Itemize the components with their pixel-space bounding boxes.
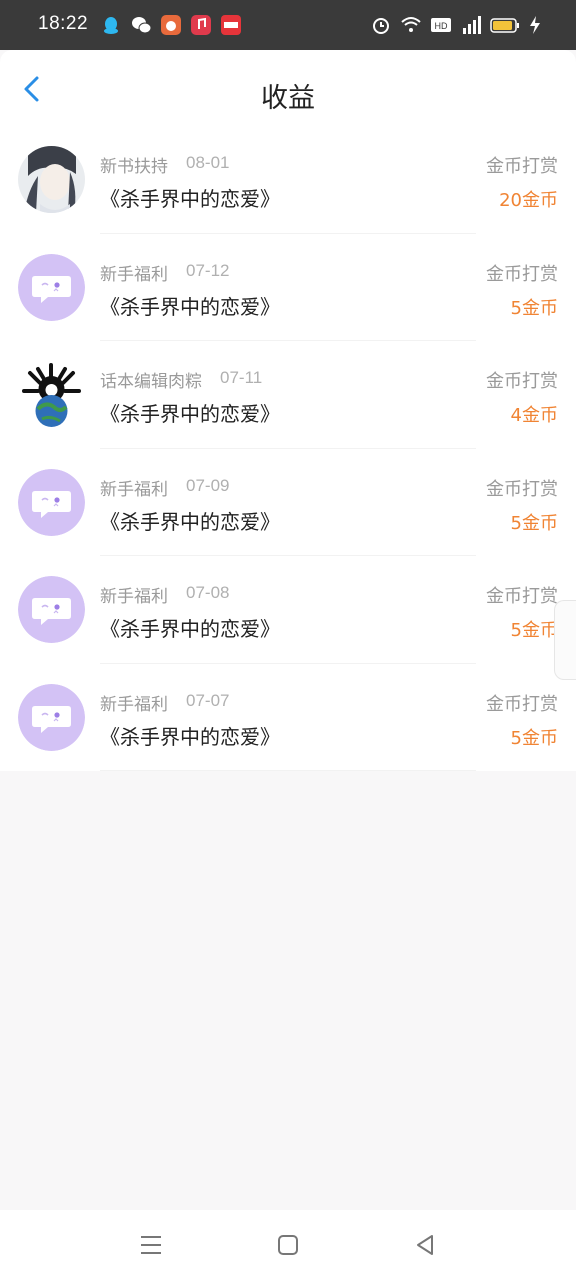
home-icon[interactable] — [275, 1232, 301, 1258]
toutiao-icon — [221, 15, 241, 35]
status-time: 18:22 — [38, 13, 89, 34]
list-item[interactable]: 新书扶持 08-01 《杀手界中的恋爱》 金币打赏 20金币 — [0, 126, 576, 234]
chat-bubble-icon — [18, 683, 85, 751]
avatar — [18, 146, 85, 213]
record-source: 新书扶持 — [100, 157, 168, 177]
status-bar: 18:22 HD — [0, 0, 576, 50]
list-item[interactable]: 新手福利 07-09 《杀手界中的恋爱》 金币打赏 5金币 — [0, 448, 576, 556]
app-icon — [161, 15, 181, 35]
charging-icon — [530, 16, 540, 34]
record-date: 07-11 — [220, 368, 263, 387]
record-source: 新手福利 — [100, 264, 168, 285]
chat-bubble-icon — [18, 253, 85, 321]
record-date: 07-09 — [186, 475, 230, 495]
avatar — [18, 683, 85, 751]
record-date: 07-08 — [186, 583, 230, 602]
chat-bubble-icon — [18, 468, 85, 536]
income-list: 新书扶持 08-01 《杀手界中的恋爱》 金币打赏 20金币 新手福利 07-1… — [0, 126, 576, 771]
record-amount: 5金币 — [510, 727, 558, 749]
record-date: 07-07 — [186, 690, 230, 710]
page-title: 收益 — [261, 83, 315, 114]
record-date: 08-01 — [186, 153, 230, 172]
record-kind: 金币打赏 — [486, 586, 558, 607]
back-icon[interactable] — [412, 1232, 438, 1258]
record-book: 《杀手界中的恋爱》 — [100, 509, 280, 534]
hd-icon: HD — [431, 18, 451, 32]
battery-icon — [490, 18, 519, 33]
system-nav-bar — [0, 1210, 576, 1280]
wechat-icon — [132, 17, 152, 34]
chat-bubble-icon — [18, 576, 85, 643]
signal-4g-icon — [463, 16, 481, 34]
avatar — [18, 468, 85, 536]
list-item[interactable]: 新手福利 07-07 《杀手界中的恋爱》 金币打赏 5金币 — [0, 663, 576, 771]
record-source: 话本编辑肉粽 — [100, 372, 202, 392]
list-item[interactable]: 话本编辑肉粽 07-11 《杀手界中的恋爱》 金币打赏 4金币 — [0, 341, 576, 449]
list-item[interactable]: 新手福利 07-12 《杀手界中的恋爱》 金币打赏 5金币 — [0, 233, 576, 341]
record-kind: 金币打赏 — [486, 156, 558, 177]
list-item[interactable]: 新手福利 07-08 《杀手界中的恋爱》 金币打赏 5金币 — [0, 556, 576, 664]
avatar — [18, 253, 85, 321]
record-kind: 金币打赏 — [486, 478, 558, 500]
record-kind: 金币打赏 — [486, 263, 558, 285]
record-kind: 金币打赏 — [486, 371, 558, 392]
record-amount: 4金币 — [510, 405, 558, 426]
floating-side-handle[interactable] — [554, 600, 576, 680]
svg-text:HD: HD — [435, 21, 448, 31]
record-book: 《杀手界中的恋爱》 — [100, 617, 280, 641]
record-amount: 5金币 — [510, 620, 558, 641]
record-book: 《杀手界中的恋爱》 — [100, 402, 280, 426]
header: 收益 — [0, 50, 576, 126]
record-amount: 5金币 — [510, 297, 558, 319]
wifi-icon — [401, 17, 421, 32]
music-icon — [191, 15, 211, 35]
avatar — [18, 361, 85, 428]
qq-icon — [104, 17, 118, 34]
record-source: 新手福利 — [100, 587, 168, 607]
record-source: 新手福利 — [100, 479, 168, 500]
avatar — [18, 576, 85, 643]
record-source: 新手福利 — [100, 694, 168, 715]
record-amount: 5金币 — [510, 512, 558, 534]
record-amount: 20金币 — [499, 190, 558, 211]
record-kind: 金币打赏 — [486, 693, 558, 715]
menu-icon[interactable] — [138, 1232, 164, 1258]
record-book: 《杀手界中的恋爱》 — [100, 294, 280, 319]
alarm-icon — [373, 18, 389, 34]
record-date: 07-12 — [186, 260, 230, 280]
record-book: 《杀手界中的恋爱》 — [100, 187, 280, 211]
record-book: 《杀手界中的恋爱》 — [100, 724, 280, 749]
